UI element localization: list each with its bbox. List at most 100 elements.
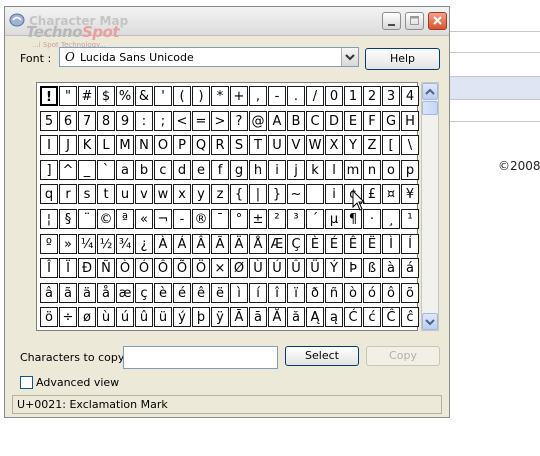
character-cell[interactable]: ¯	[211, 209, 229, 229]
character-cell[interactable]: Æ	[268, 234, 286, 254]
character-cell[interactable]: Ä	[230, 234, 248, 254]
character-cell[interactable]: D	[325, 111, 343, 131]
character-cell[interactable]: Ą	[306, 307, 324, 327]
character-cell[interactable]: Ü	[306, 258, 324, 278]
character-cell[interactable]: ¸	[382, 209, 400, 229]
character-cell[interactable]: \	[401, 135, 419, 155]
character-cell[interactable]: ü	[154, 307, 172, 327]
character-cell[interactable]: ¨	[78, 209, 96, 229]
character-cell[interactable]: Ë	[363, 234, 381, 254]
character-cell[interactable]: Õ	[173, 258, 191, 278]
character-cell[interactable]: ß	[363, 258, 381, 278]
character-cell[interactable]: ì	[230, 283, 248, 303]
character-cell[interactable]: /	[306, 86, 324, 106]
character-cell[interactable]: H	[401, 111, 419, 131]
character-cell[interactable]: &	[135, 86, 153, 106]
character-cell[interactable]: Î	[40, 258, 58, 278]
character-cell[interactable]: m	[344, 160, 362, 180]
character-cell[interactable]: ^	[59, 160, 77, 180]
character-cell[interactable]: ×	[211, 258, 229, 278]
character-cell[interactable]: ÷	[59, 307, 77, 327]
character-cell[interactable]: K	[78, 135, 96, 155]
character-cell[interactable]: ¥	[401, 184, 419, 204]
character-cell[interactable]: Ú	[268, 258, 286, 278]
character-cell[interactable]: #	[78, 86, 96, 106]
character-cell[interactable]: W	[306, 135, 324, 155]
character-cell[interactable]: ê	[192, 283, 210, 303]
character-cell[interactable]: u	[116, 184, 134, 204]
character-cell[interactable]: ć	[363, 307, 381, 327]
character-cell[interactable]: y	[192, 184, 210, 204]
character-cell[interactable]: t	[97, 184, 115, 204]
minimize-button[interactable]	[382, 12, 401, 30]
character-cell[interactable]: È	[306, 234, 324, 254]
character-cell[interactable]: +	[230, 86, 248, 106]
character-cell[interactable]: ¼	[78, 234, 96, 254]
character-cell[interactable]: i	[325, 184, 343, 204]
character-cell[interactable]: ¾	[116, 234, 134, 254]
character-cell[interactable]: Ã	[211, 234, 229, 254]
close-button[interactable]	[428, 12, 447, 30]
character-cell[interactable]: 0	[325, 86, 343, 106]
character-cell[interactable]: c	[154, 160, 172, 180]
character-cell[interactable]: ·	[363, 209, 381, 229]
character-cell[interactable]: >	[211, 111, 229, 131]
character-cell[interactable]: ©	[97, 209, 115, 229]
character-cell[interactable]: É	[325, 234, 343, 254]
character-cell[interactable]: ´	[306, 209, 324, 229]
character-cell[interactable]: ă	[287, 307, 305, 327]
character-cell[interactable]: )	[192, 86, 210, 106]
character-cell[interactable]: Z	[363, 135, 381, 155]
character-cell[interactable]: `	[97, 160, 115, 180]
character-cell[interactable]: {	[230, 184, 248, 204]
character-cell[interactable]: Ö	[192, 258, 210, 278]
character-cell[interactable]: M	[116, 135, 134, 155]
character-cell[interactable]: »	[59, 234, 77, 254]
character-cell[interactable]: 5	[40, 111, 58, 131]
advanced-view-checkbox[interactable]	[20, 376, 33, 389]
character-cell[interactable]: Ć	[344, 307, 362, 327]
character-cell[interactable]: Ù	[249, 258, 267, 278]
character-cell[interactable]: e	[192, 160, 210, 180]
character-cell[interactable]: q	[40, 184, 58, 204]
character-cell[interactable]: 3	[382, 86, 400, 106]
scroll-up-button[interactable]	[422, 83, 438, 100]
character-cell[interactable]: Í	[401, 234, 419, 254]
character-cell[interactable]: å	[97, 283, 115, 303]
character-cell[interactable]: 2	[363, 86, 381, 106]
character-cell[interactable]: ç	[135, 283, 153, 303]
character-cell[interactable]: $	[97, 86, 115, 106]
character-cell[interactable]: x	[173, 184, 191, 204]
character-cell[interactable]: %	[116, 86, 134, 106]
character-cell[interactable]: º	[40, 234, 58, 254]
character-cell[interactable]: Ï	[59, 258, 77, 278]
character-cell[interactable]: ñ	[325, 283, 343, 303]
character-cell[interactable]: C	[306, 111, 324, 131]
character-cell[interactable]: l	[325, 160, 343, 180]
character-cell[interactable]: 4	[401, 86, 419, 106]
character-cell[interactable]: k	[306, 160, 324, 180]
character-cell[interactable]: .	[287, 86, 305, 106]
character-cell[interactable]: Þ	[344, 258, 362, 278]
character-cell[interactable]: Ò	[116, 258, 134, 278]
character-cell[interactable]: _	[78, 160, 96, 180]
character-cell[interactable]: þ	[192, 307, 210, 327]
character-cell[interactable]: ù	[97, 307, 115, 327]
character-cell[interactable]: ª	[116, 209, 134, 229]
character-cell[interactable]: p	[401, 160, 419, 180]
character-cell[interactable]: G	[382, 111, 400, 131]
character-cell[interactable]: P	[173, 135, 191, 155]
character-cell[interactable]: =	[192, 111, 210, 131]
character-cell[interactable]: Å	[249, 234, 267, 254]
character-cell[interactable]: ô	[382, 283, 400, 303]
character-cell[interactable]: s	[78, 184, 96, 204]
character-cell[interactable]: Q	[192, 135, 210, 155]
character-cell[interactable]: R	[211, 135, 229, 155]
character-cell[interactable]: ¦	[40, 209, 58, 229]
character-cell[interactable]: Â	[192, 234, 210, 254]
character-cell[interactable]: j	[287, 160, 305, 180]
character-cell[interactable]: ®	[192, 209, 210, 229]
character-cell[interactable]: |	[249, 184, 267, 204]
character-cell[interactable]: S	[230, 135, 248, 155]
character-cell[interactable]: '	[154, 86, 172, 106]
